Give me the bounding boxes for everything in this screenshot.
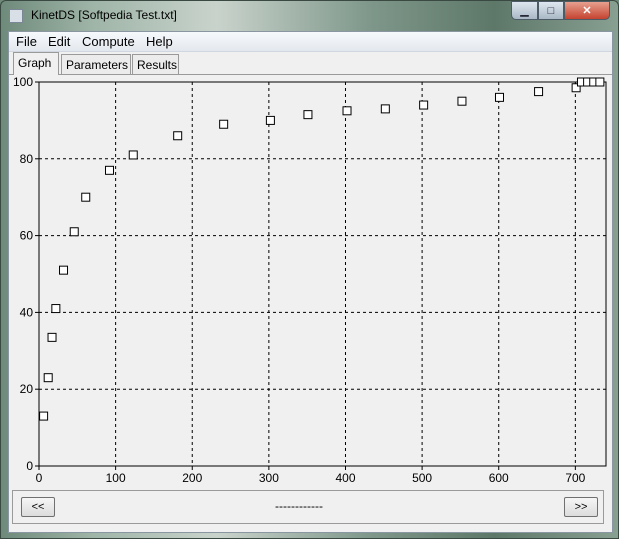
data-point bbox=[457, 96, 467, 106]
tab-parameters[interactable]: Parameters bbox=[61, 54, 131, 74]
y-tick-label: 0 bbox=[26, 459, 33, 473]
data-point bbox=[43, 373, 53, 383]
data-point bbox=[39, 411, 49, 421]
menu-edit[interactable]: Edit bbox=[48, 34, 70, 49]
navigation-bar: << ------------ >> bbox=[12, 490, 604, 524]
x-tick-label: 100 bbox=[106, 471, 126, 485]
x-tick-label: 700 bbox=[565, 471, 585, 485]
page-indicator: ------------ bbox=[275, 499, 323, 513]
y-tick-label: 100 bbox=[13, 75, 33, 89]
data-point bbox=[104, 165, 114, 175]
tab-results[interactable]: Results bbox=[132, 54, 179, 74]
data-point bbox=[595, 77, 605, 87]
y-tick-label: 60 bbox=[20, 229, 34, 243]
previous-button[interactable]: << bbox=[21, 497, 55, 517]
tab-graph[interactable]: Graph bbox=[13, 52, 59, 75]
data-point bbox=[51, 304, 61, 314]
app-icon bbox=[9, 9, 23, 23]
menu-file[interactable]: File bbox=[16, 34, 37, 49]
maximize-button[interactable]: □ bbox=[538, 1, 564, 20]
menu-compute[interactable]: Compute bbox=[82, 34, 135, 49]
data-point bbox=[219, 119, 229, 129]
data-point bbox=[69, 227, 79, 237]
data-point bbox=[303, 110, 313, 120]
data-point bbox=[81, 192, 91, 202]
title-bar[interactable]: KinetDS [Softpedia Test.txt] ▁ □ ✕ bbox=[1, 1, 618, 30]
data-point bbox=[173, 131, 183, 141]
x-tick-label: 500 bbox=[412, 471, 432, 485]
data-point bbox=[342, 106, 352, 116]
data-point bbox=[47, 332, 57, 342]
menu-bar: File Edit Compute Help bbox=[9, 32, 612, 52]
scatter-chart: 0 100 200 300 400 500 600 700 0 20 40 60 80 100 bbox=[13, 75, 607, 485]
minimize-button[interactable]: ▁ bbox=[511, 1, 538, 20]
x-tick-label: 400 bbox=[335, 471, 355, 485]
data-point bbox=[128, 150, 138, 160]
y-tick-label: 80 bbox=[20, 152, 34, 166]
plot-area bbox=[38, 81, 607, 467]
data-point bbox=[380, 104, 390, 114]
data-point bbox=[419, 100, 429, 110]
x-tick-label: 600 bbox=[489, 471, 509, 485]
close-button[interactable]: ✕ bbox=[564, 1, 610, 20]
data-point bbox=[494, 92, 504, 102]
y-tick-label: 20 bbox=[20, 382, 34, 396]
window-title: KinetDS [Softpedia Test.txt] bbox=[31, 8, 177, 22]
y-tick-label: 40 bbox=[20, 305, 34, 319]
client-area: File Edit Compute Help Graph Parameters … bbox=[8, 31, 613, 533]
data-point bbox=[265, 115, 275, 125]
app-window: KinetDS [Softpedia Test.txt] ▁ □ ✕ File … bbox=[0, 0, 619, 539]
data-point bbox=[59, 265, 69, 275]
x-tick-label: 0 bbox=[36, 471, 43, 485]
x-tick-label: 300 bbox=[259, 471, 279, 485]
x-tick-label: 200 bbox=[182, 471, 202, 485]
next-button[interactable]: >> bbox=[564, 497, 598, 517]
menu-help[interactable]: Help bbox=[146, 34, 173, 49]
data-point bbox=[534, 87, 544, 97]
